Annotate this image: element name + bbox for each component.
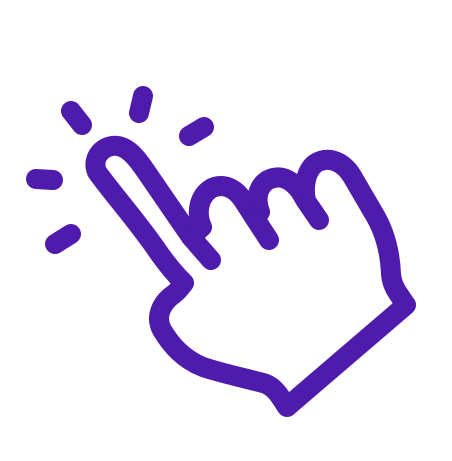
finger-gap-3	[296, 191, 329, 230]
burst-line-bottom-left	[45, 224, 81, 254]
burst-line-top-right	[179, 117, 214, 146]
burst-line-top-left	[61, 101, 92, 135]
icon-canvas	[0, 0, 452, 461]
tap-click-hand-icon	[26, 86, 416, 417]
burst-line-top	[129, 86, 153, 123]
hand-shape	[85, 135, 416, 417]
finger-gap-2	[244, 207, 279, 250]
burst-line-left	[26, 169, 63, 190]
